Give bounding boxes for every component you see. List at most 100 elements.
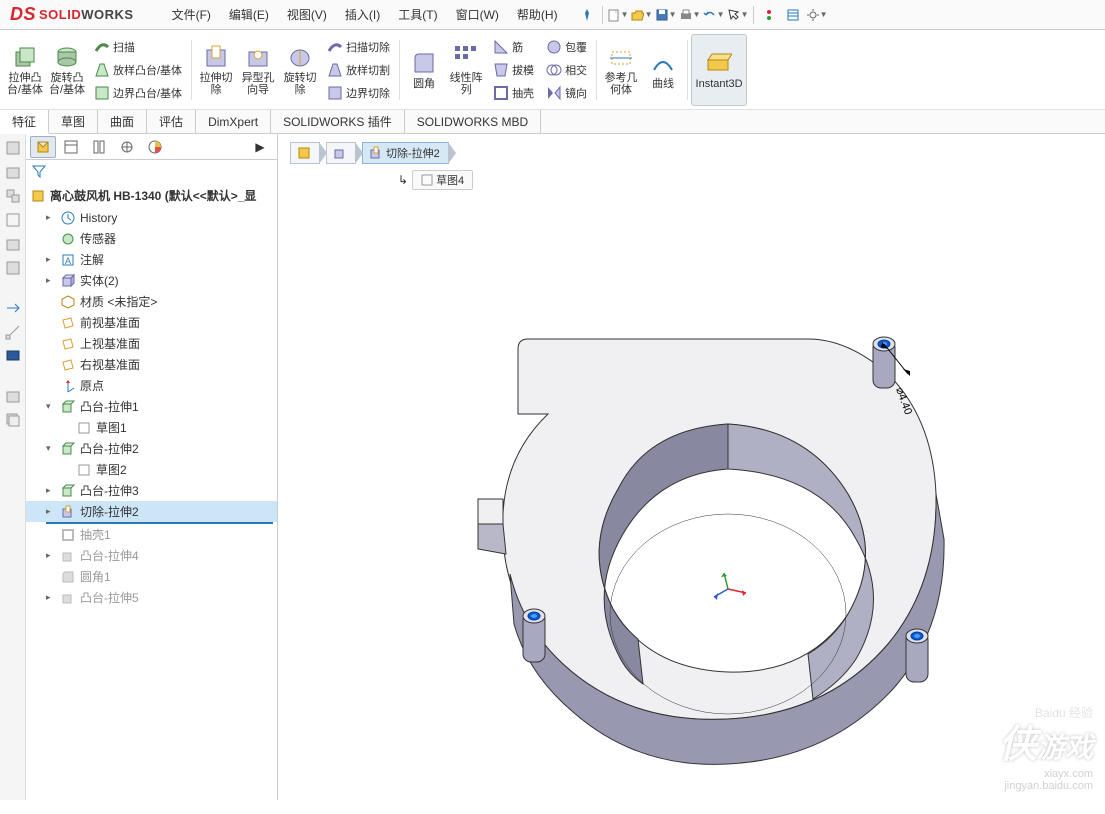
solid-icon (60, 273, 76, 289)
extrude-icon (60, 441, 76, 457)
pin-icon[interactable] (576, 4, 598, 26)
tree-item-material[interactable]: 材质 <未指定> (26, 291, 277, 312)
tree-item-fillet1[interactable]: 圆角1 (26, 566, 277, 587)
curves-button[interactable]: 曲线 (642, 34, 684, 106)
model-3d: ⌀4.40 (328, 214, 1028, 814)
arrow-icon[interactable] (3, 298, 23, 318)
tree-tab-features[interactable] (30, 136, 56, 158)
graphics-viewport[interactable]: 切除-拉伸2 ↳ 草图4 (278, 134, 1105, 800)
menu-view[interactable]: 视图(V) (279, 2, 335, 27)
bc-feature[interactable]: 切除-拉伸2 (362, 142, 449, 164)
part-icon[interactable] (3, 162, 23, 182)
shell-button[interactable]: 抽壳 (489, 82, 538, 104)
menu-help[interactable]: 帮助(H) (509, 2, 566, 27)
assembly-icon[interactable] (3, 186, 23, 206)
tree-item-top-plane[interactable]: 上视基准面 (26, 333, 277, 354)
settings-icon[interactable]: ▼ (806, 4, 828, 26)
revolve-boss-button[interactable]: 旋转凸台/基体 (46, 34, 88, 106)
tab-evaluate[interactable]: 评估 (147, 110, 196, 133)
annotation-icon: A (60, 252, 76, 268)
tree-item-history[interactable]: ▸History (26, 207, 277, 228)
select-icon[interactable]: ▼ (727, 4, 749, 26)
tab-features[interactable]: 特征 (0, 110, 49, 134)
tab-addins[interactable]: SOLIDWORKS 插件 (271, 110, 405, 133)
tree-item-boss5[interactable]: ▸凸台-拉伸5 (26, 587, 277, 608)
undo-icon[interactable]: ▼ (703, 4, 725, 26)
tree-item-boss1[interactable]: ▾凸台-拉伸1 (26, 396, 277, 417)
ref-geometry-button[interactable]: 参考几何体 (600, 34, 642, 106)
measure-icon[interactable] (3, 322, 23, 342)
loft-button[interactable]: 放样凸台/基体 (90, 59, 186, 81)
instant3d-button[interactable]: Instant3D (691, 34, 747, 106)
options-icon[interactable] (782, 4, 804, 26)
cut-revolve-button[interactable]: 旋转切除 (279, 34, 321, 106)
tree-item-right-plane[interactable]: 右视基准面 (26, 354, 277, 375)
tree-root[interactable]: 离心鼓风机 HB-1340 (默认<<默认>_显 (26, 184, 277, 207)
tab-sketch[interactable]: 草图 (49, 110, 98, 133)
rebuild-icon[interactable] (758, 4, 780, 26)
sw-icon[interactable] (3, 138, 23, 158)
menu-insert[interactable]: 插入(I) (337, 2, 388, 27)
open-icon[interactable]: ▼ (631, 4, 653, 26)
tab-mbd[interactable]: SOLIDWORKS MBD (405, 110, 541, 133)
tree-item-cut2[interactable]: ▸切除-拉伸2 (26, 501, 277, 522)
cut-boundary-button[interactable]: 边界切除 (323, 82, 394, 104)
tree-tab-configs[interactable] (86, 136, 112, 158)
tree-tab-dimxpert[interactable] (114, 136, 140, 158)
cut-loft-button[interactable]: 放样切割 (323, 59, 394, 81)
tree-item-sketch2[interactable]: 草图2 (26, 459, 277, 480)
fillet-button[interactable]: 圆角 (403, 34, 445, 106)
menu-items: 文件(F) 编辑(E) 视图(V) 插入(I) 工具(T) 窗口(W) 帮助(H… (164, 2, 566, 27)
tree-item-origin[interactable]: 原点 (26, 375, 277, 396)
stack-icon[interactable] (3, 410, 23, 430)
folder-icon[interactable] (3, 234, 23, 254)
tree-tab-properties[interactable] (58, 136, 84, 158)
shell-icon (60, 527, 76, 543)
save-icon[interactable]: ▼ (655, 4, 677, 26)
feature-tabs: 特征 草图 曲面 评估 DimXpert SOLIDWORKS 插件 SOLID… (0, 110, 1105, 134)
menu-tools[interactable]: 工具(T) (390, 2, 445, 27)
hole-wizard-button[interactable]: 异型孔向导 (237, 34, 279, 106)
tree-item-boss2[interactable]: ▾凸台-拉伸2 (26, 438, 277, 459)
new-icon[interactable]: ▼ (607, 4, 629, 26)
tab-dimxpert[interactable]: DimXpert (196, 110, 271, 133)
print-icon[interactable]: ▼ (679, 4, 701, 26)
cut-extrude-button[interactable]: 拉伸切除 (195, 34, 237, 106)
tab-surfaces[interactable]: 曲面 (98, 110, 147, 133)
linear-pattern-button[interactable]: 线性阵列 (445, 34, 487, 106)
tree-item-boss4[interactable]: ▸凸台-拉伸4 (26, 545, 277, 566)
tree-item-boss3[interactable]: ▸凸台-拉伸3 (26, 480, 277, 501)
draft-button[interactable]: 拔模 (489, 59, 538, 81)
tree-item-annotations[interactable]: ▸A注解 (26, 249, 277, 270)
wrap-button[interactable]: 包覆 (542, 36, 591, 58)
mirror-button[interactable]: 镜向 (542, 82, 591, 104)
intersect-button[interactable]: 相交 (542, 59, 591, 81)
app-logo: DS SOLIDWORKS (0, 4, 144, 25)
tree-item-sketch1[interactable]: 草图1 (26, 417, 277, 438)
curves-label: 曲线 (652, 78, 674, 90)
menu-edit[interactable]: 编辑(E) (221, 2, 277, 27)
rib-button[interactable]: 筋 (489, 36, 538, 58)
tree-item-sensors[interactable]: 传感器 (26, 228, 277, 249)
bc-sketch[interactable]: 草图4 (412, 170, 473, 190)
bc-body[interactable] (326, 142, 356, 164)
tree-filter[interactable] (26, 160, 277, 182)
box-icon[interactable] (3, 258, 23, 278)
tree-tab-more[interactable]: ▶ (247, 136, 273, 158)
tree-item-shell1[interactable]: 抽壳1 (26, 524, 277, 545)
boundary-button[interactable]: 边界凸台/基体 (90, 82, 186, 104)
drawing-icon[interactable] (3, 210, 23, 230)
tree-tab-display[interactable] (142, 136, 168, 158)
menu-file[interactable]: 文件(F) (164, 2, 219, 27)
menu-window[interactable]: 窗口(W) (448, 2, 507, 27)
sweep-button[interactable]: 扫描 (90, 36, 186, 58)
flyout-icon[interactable]: ↳ (398, 173, 408, 187)
tree-item-solids[interactable]: ▸实体(2) (26, 270, 277, 291)
folder2-icon[interactable] (3, 386, 23, 406)
tree-item-front-plane[interactable]: 前视基准面 (26, 312, 277, 333)
extrude-boss-button[interactable]: 拉伸凸台/基体 (4, 34, 46, 106)
display-icon[interactable] (3, 346, 23, 366)
bc-part[interactable] (290, 142, 320, 164)
cut-sweep-button[interactable]: 扫描切除 (323, 36, 394, 58)
part-icon (30, 188, 46, 204)
